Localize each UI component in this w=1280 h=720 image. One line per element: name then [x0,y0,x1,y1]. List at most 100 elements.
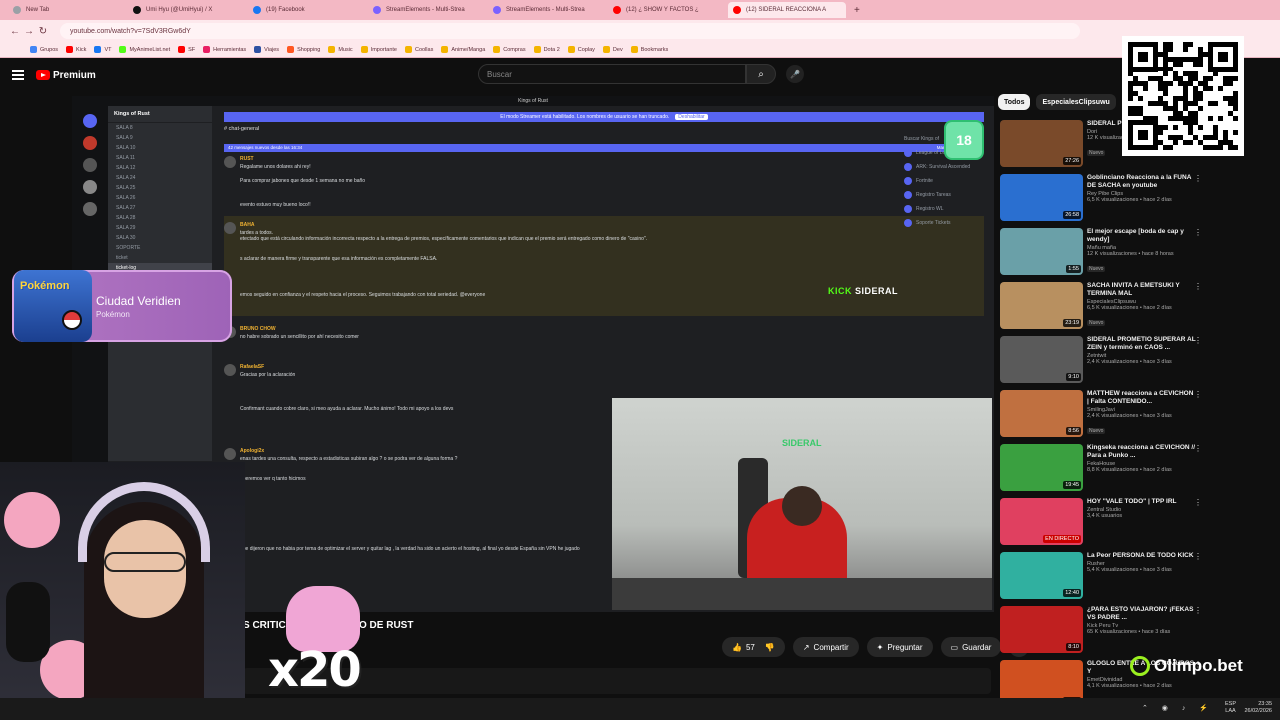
video-title[interactable]: Kingseka reacciona a CEVICHON // Para a … [1087,444,1197,460]
browser-tab[interactable]: (19) Facebook [248,2,366,18]
channel-item[interactable]: SALA 28 [108,213,212,223]
more-options-icon[interactable]: ⋮ [1194,552,1202,561]
bookmark-item[interactable]: Herramientas [203,46,246,53]
channel-item[interactable]: SALA 26 [108,193,212,203]
related-video[interactable]: EN DIRECTO HOY "VALE TODO" | TPP IRL Zentr… [998,498,1202,548]
new-tab-icon[interactable]: + [854,5,860,16]
member-item[interactable]: ARK: Survival Ascended [904,160,994,174]
voice-search-button[interactable]: 🎤 [786,65,804,83]
video-thumbnail[interactable]: 27:26 [1000,120,1083,167]
browser-tab[interactable]: New Tab [8,2,126,18]
related-video[interactable]: 9:10 SIDERAL PROMETIO SUPERAR AL ZEIN y t… [998,336,1202,386]
video-title[interactable]: ¿PARA ESTO VIAJARON? ¡FEKAS VS PADRE ... [1087,606,1197,622]
bookmark-item[interactable]: Compras [493,46,526,53]
video-title[interactable]: La Peor PERSONA DE TODO KICK [1087,552,1197,560]
bookmark-item[interactable]: Coplay [567,46,595,53]
channel-item[interactable]: SALA 27 [108,203,212,213]
username[interactable]: BAHA [240,222,254,229]
bookmark-item[interactable]: Dev [602,46,623,53]
browser-tab[interactable]: (12) ¿ SHOW Y FACTOS ¿ [608,2,726,18]
channel-item[interactable]: SALA 9 [108,133,212,143]
username[interactable]: RUST [240,156,254,163]
video-thumbnail[interactable]: 8:56 [1000,390,1083,437]
address-bar[interactable]: youtube.com/watch?v=7SdV3RGw6dY [60,23,1080,39]
more-options-icon[interactable]: ⋮ [1194,228,1202,237]
disable-button[interactable]: Deshabilitar [675,114,708,120]
browser-tab[interactable]: StreamElements - Multi-Strea [488,2,606,18]
video-thumbnail[interactable]: 23:19 [1000,282,1083,329]
member-item[interactable]: Registro Tareas [904,188,994,202]
bookmark-item[interactable]: Bookmarks [630,46,668,53]
youtube-logo[interactable]: Premium [36,70,96,81]
thumbs-down-icon[interactable]: 👎 [765,643,775,652]
channel-item[interactable]: ticket [108,253,212,263]
video-thumbnail[interactable]: 19:45 [1000,444,1083,491]
bookmark-item[interactable]: Music [328,46,353,53]
related-video[interactable]: 8:10 ¿PARA ESTO VIAJARON? ¡FEKAS VS PADRE… [998,606,1202,656]
filter-chip[interactable]: EspecialesClipsuwu [1036,94,1116,110]
video-thumbnail[interactable]: 1:55 [1000,228,1083,275]
username[interactable]: Apologi2x [240,448,264,455]
bookmark-item[interactable]: Coollas [404,46,433,53]
video-title[interactable]: SIDERAL PROMETIO SUPERAR AL ZEIN y termi… [1087,336,1197,352]
video-thumbnail[interactable]: 26:58 [1000,174,1083,221]
save-button[interactable]: ▭ Guardar [940,637,1002,657]
username[interactable]: BRUNO CHOW [240,326,276,333]
video-title[interactable]: HOY "VALE TODO" | TPP IRL [1087,498,1197,506]
bookmark-item[interactable]: Anime/Manga [441,46,485,53]
video-title[interactable]: El mejor escape [boda de cap y wendy] [1087,228,1197,244]
member-item[interactable]: Fortnite [904,174,994,188]
related-video[interactable]: 26:58 Goblinciano Reacciona a la FUNA DE … [998,174,1202,224]
bookmark-item[interactable]: Viajes [254,46,279,53]
browser-tab[interactable]: (12) SIDERAL REACCIONA A [728,2,846,18]
search-input[interactable]: Buscar [478,64,746,84]
channel-item[interactable]: SALA 30 [108,233,212,243]
video-title[interactable]: SACHA INVITA A EMETSUKI Y TERMINA MAL [1087,282,1197,298]
more-options-icon[interactable]: ⋮ [1194,336,1202,345]
language-indicator[interactable]: ESP LAA [1225,701,1236,715]
ask-button[interactable]: ✦ Preguntar [866,637,933,657]
forward-icon[interactable]: → [22,26,36,37]
video-thumbnail[interactable]: 8:10 [1000,606,1083,653]
share-button[interactable]: ↗ Compartir [792,637,859,657]
more-options-icon[interactable]: ⋮ [1194,498,1202,507]
video-thumbnail[interactable]: EN DIRECTO [1000,498,1083,545]
channel-item[interactable]: SALA 8 [108,123,212,133]
channel-item[interactable]: SALA 25 [108,183,212,193]
tray-icons[interactable]: ⌃ ◉ ♪ ⚡ [1142,704,1214,712]
related-video[interactable]: 12:40 La Peor PERSONA DE TODO KICK Rusher 5… [998,552,1202,602]
search-button[interactable]: ⌕ [746,64,776,84]
hamburger-menu-icon[interactable] [12,70,24,80]
channel-item[interactable]: SOPORTE [108,243,212,253]
bookmark-item[interactable]: Grupos [30,46,58,53]
channel-item[interactable]: SALA 24 [108,173,212,183]
related-video[interactable]: 1:55 El mejor escape [boda de cap y wendy… [998,228,1202,278]
video-thumbnail[interactable]: 12:40 [1000,552,1083,599]
related-video[interactable]: 8:56 MATTHEW reacciona a CEVICHON | Falta… [998,390,1202,440]
bookmark-item[interactable]: Kick [66,46,86,53]
more-options-icon[interactable]: ⋮ [1194,174,1202,183]
browser-tab[interactable]: Umi Hyu (@UmiHyui) / X [128,2,246,18]
bookmark-item[interactable]: Dota 2 [533,46,560,53]
member-item[interactable]: Soporte Tickets [904,216,994,230]
channel-item[interactable]: SALA 12 [108,163,212,173]
more-options-icon[interactable]: ⋮ [1194,606,1202,615]
filter-chip[interactable]: Todos [998,94,1031,110]
video-title[interactable]: Goblinciano Reacciona a la FUNA DE SACHA… [1087,174,1197,190]
bookmark-item[interactable]: Importante [360,46,397,53]
bookmark-item[interactable]: SF [178,46,195,53]
channel-item[interactable]: SALA 29 [108,223,212,233]
clock[interactable]: 23:35 26/02/2026 [1244,701,1272,715]
more-options-icon[interactable]: ⋮ [1194,444,1202,453]
like-button[interactable]: 👍 57 👎 [722,637,785,657]
bookmark-item[interactable]: VT [94,46,111,53]
browser-tab[interactable]: StreamElements - Multi-Strea [368,2,486,18]
related-video[interactable]: 23:19 SACHA INVITA A EMETSUKI Y TERMINA M… [998,282,1202,332]
username[interactable]: RafaelaSF [240,364,264,371]
bookmark-item[interactable]: MyAnimeList.net [119,46,170,53]
channel-item[interactable]: SALA 11 [108,153,212,163]
reload-icon[interactable]: ↻ [36,26,50,37]
more-options-icon[interactable]: ⋮ [1194,390,1202,399]
back-icon[interactable]: ← [8,26,22,37]
member-item[interactable]: Registro WL [904,202,994,216]
